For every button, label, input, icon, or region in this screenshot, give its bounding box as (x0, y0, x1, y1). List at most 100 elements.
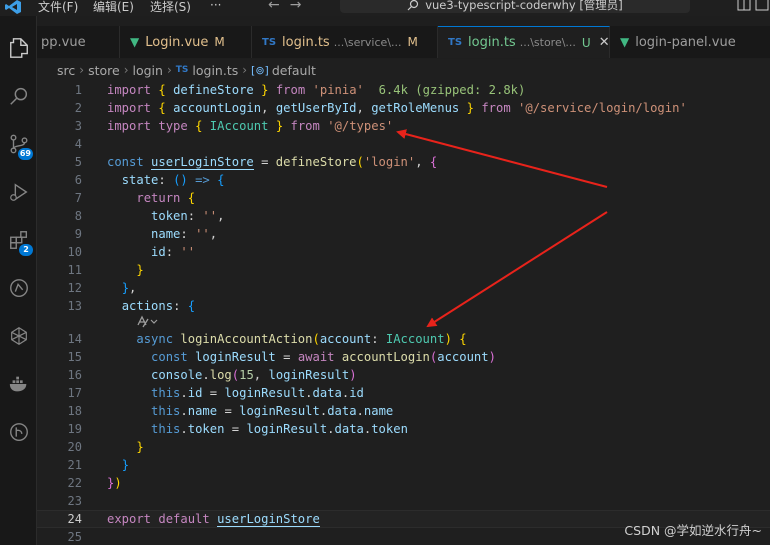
tab-login-vue[interactable]: ▼ Login.vue M (120, 26, 252, 58)
code-line: 21 } (37, 456, 770, 474)
breadcrumb-item[interactable]: store (88, 63, 120, 78)
code-line: 1 import { defineStore } from 'pinia' 6.… (37, 81, 770, 99)
line-number: 5 (74, 155, 82, 169)
line-number: 8 (74, 209, 82, 223)
layout-toggle[interactable] (736, 0, 770, 15)
line-number: 16 (67, 368, 82, 382)
command-center-title: vue3-typescript-coderwhy [管理员] (425, 0, 623, 12)
code-line: 14 async loginAccountAction(account: IAc… (37, 330, 770, 348)
title-bar: 文件(F) 编辑(E) 选择(S) ··· ←→ vue3-typescript… (0, 0, 770, 16)
vscode-logo-icon (4, 0, 22, 17)
code-line: 15 const loginResult = await accountLogi… (37, 348, 770, 366)
extensions-badge: 2 (19, 244, 33, 256)
code-line: 13 actions: { (37, 297, 770, 315)
tab-status: M (214, 35, 225, 49)
extensions-icon[interactable]: 2 (0, 222, 37, 258)
chevron-right-icon: › (242, 63, 248, 77)
code-line: 5 const userLoginStore = defineStore('lo… (37, 153, 770, 171)
ts-file-icon: TS (175, 65, 189, 75)
back-arrow-icon[interactable]: ← (268, 0, 290, 13)
vue-file-icon: ▼ (620, 35, 630, 49)
code-line: 10 id: '' (37, 243, 770, 261)
code-line: 11 } (37, 261, 770, 279)
breadcrumb-item[interactable]: src (57, 63, 75, 78)
breadcrumb-item[interactable]: login.ts (192, 63, 238, 78)
code-line: 18 this.name = loginResult.data.name (37, 402, 770, 420)
import-cost: 6.4k (gzipped: 2.8k) (378, 83, 526, 97)
git-graph-icon[interactable] (0, 414, 37, 450)
vue-file-icon: ▼ (130, 35, 140, 49)
breadcrumb-item[interactable]: login (133, 63, 163, 78)
tab-status: M (407, 35, 418, 49)
menu-more[interactable]: ··· (210, 0, 221, 12)
line-number: 10 (67, 245, 82, 259)
activity-bar: 69 2 (0, 16, 37, 545)
line-number: 2 (74, 101, 82, 115)
ts-file-icon: TS (448, 37, 463, 48)
tab-login-ts-service[interactable]: TS login.ts ...\service\... M (252, 26, 438, 58)
tab-label: login-panel.vue (635, 34, 736, 50)
line-number: 20 (67, 440, 82, 454)
chevron-right-icon: › (123, 63, 129, 77)
command-center-search[interactable]: vue3-typescript-coderwhy [管理员] (340, 0, 690, 13)
code-line: 8 token: '', (37, 207, 770, 225)
line-number: 6 (74, 173, 82, 187)
watermark: CSDN @学如逆水行舟~ (624, 523, 762, 538)
menu-file[interactable]: 文件(F) (38, 0, 78, 15)
search-icon (407, 0, 419, 11)
close-icon[interactable]: ✕ (599, 35, 610, 50)
line-number: 18 (67, 404, 82, 418)
tab-login-ts-store[interactable]: TS login.ts ...\store\... U ✕ (438, 26, 610, 58)
editor-tabs: pp.vue ▼ Login.vue M TS login.ts ...\ser… (37, 26, 770, 58)
symbol-module-icon: [⊚] (251, 63, 269, 77)
line-number: 13 (67, 299, 82, 313)
source-control-icon[interactable]: 69 (0, 126, 37, 162)
line-number: 25 (67, 530, 82, 544)
plugin-icon[interactable] (0, 318, 37, 354)
tab-status: U (581, 35, 591, 50)
code-line: 22 }) (37, 474, 770, 492)
code-line: 3 import type { IAccount } from '@/types… (37, 117, 770, 135)
breadcrumb-item[interactable]: default (272, 63, 316, 78)
line-number: 19 (67, 422, 82, 436)
line-number: 7 (74, 191, 82, 205)
menu-selection[interactable]: 选择(S) (150, 0, 191, 15)
tab-description: ...\store\... (519, 36, 576, 49)
source-control-badge: 69 (17, 148, 33, 160)
breadcrumb: src › store › login › TS login.ts › [⊚] … (37, 59, 770, 81)
code-line: 6 state: () => { (37, 171, 770, 189)
line-number: 1 (74, 83, 82, 97)
layout-panel-icon[interactable] (736, 0, 770, 12)
line-number: 14 (67, 332, 82, 346)
line-number: 17 (67, 386, 82, 400)
tab-label: Login.vue (145, 34, 209, 50)
line-number: 11 (67, 263, 82, 277)
code-editor[interactable]: 1 import { defineStore } from 'pinia' 6.… (37, 81, 770, 545)
line-number: 21 (67, 458, 82, 472)
chevron-right-icon: › (166, 63, 172, 77)
line-number: 4 (74, 137, 82, 151)
line-number: 12 (67, 281, 82, 295)
nav-back-forward[interactable]: ←→ (268, 0, 311, 13)
code-line: 9 name: '', (37, 225, 770, 243)
code-line: 17 this.id = loginResult.data.id (37, 384, 770, 402)
tab-app-vue[interactable]: pp.vue (37, 26, 120, 58)
explorer-icon[interactable] (0, 30, 37, 66)
line-number: 22 (67, 476, 82, 490)
search-icon[interactable] (0, 78, 37, 114)
run-debug-icon[interactable] (0, 174, 37, 210)
code-line: 7 return { (37, 189, 770, 207)
docker-icon[interactable] (0, 366, 37, 402)
code-line: 23 (37, 492, 770, 510)
code-line: 20 } (37, 438, 770, 456)
forward-arrow-icon[interactable]: → (290, 0, 312, 13)
menu-edit[interactable]: 编辑(E) (93, 0, 134, 15)
code-line: 4 (37, 135, 770, 153)
line-number: 23 (67, 494, 82, 508)
tab-login-panel-vue[interactable]: ▼ login-panel.vue (610, 26, 770, 58)
remote-explorer-icon[interactable] (0, 270, 37, 306)
code-line: 12 }, (37, 279, 770, 297)
line-number: 24 (67, 512, 82, 526)
tab-description: ...\service\... (333, 35, 402, 49)
tab-label: pp.vue (41, 34, 86, 50)
